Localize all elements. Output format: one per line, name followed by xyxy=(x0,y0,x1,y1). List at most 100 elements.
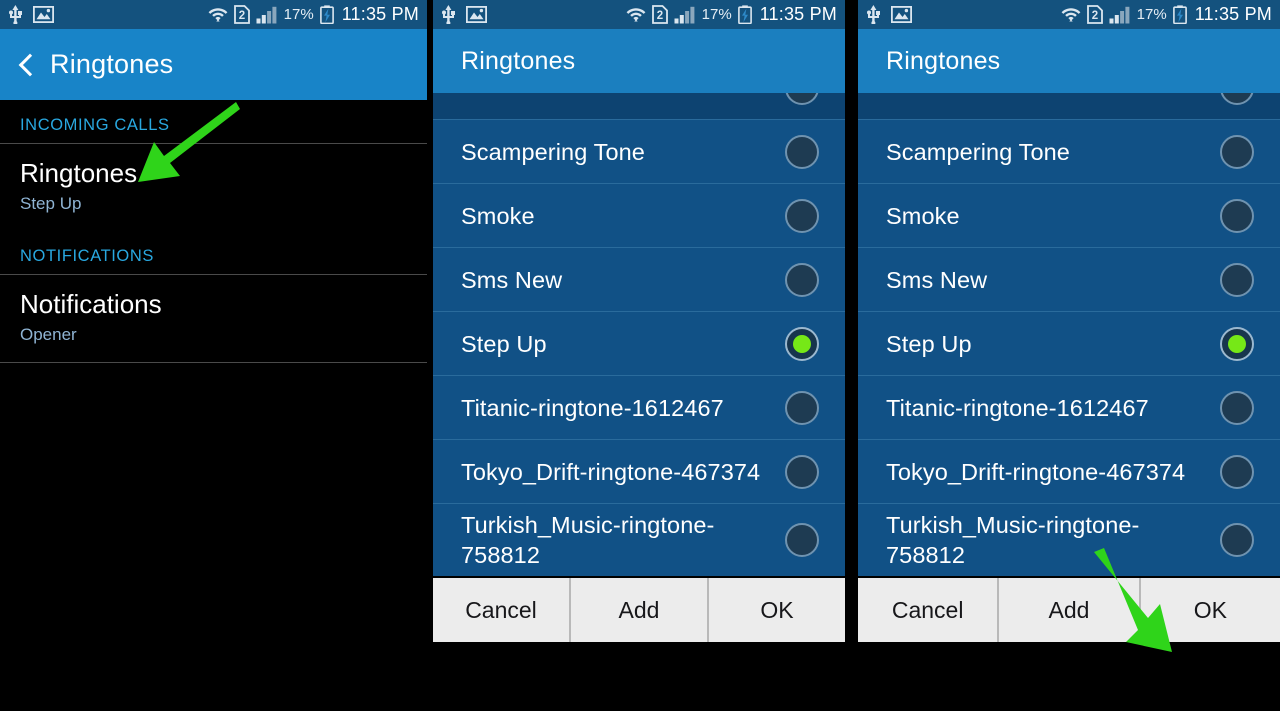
status-bar-left: 2 17% 11:35 PM xyxy=(0,0,427,29)
add-button[interactable]: Add xyxy=(571,578,709,642)
screenshot-stage: 2 17% 11:35 PM Ringtones INCOMING CALLS … xyxy=(0,0,1280,711)
setting-row-ringtones[interactable]: Ringtones Step Up xyxy=(0,144,427,231)
radio-button-icon[interactable] xyxy=(1220,390,1254,425)
back-chevron-icon[interactable] xyxy=(14,50,40,80)
wifi-icon xyxy=(1061,5,1081,24)
ringtone-label: Scampering Tone xyxy=(461,138,645,165)
list-item[interactable]: Scampering Tone xyxy=(858,119,1280,183)
svg-text:2: 2 xyxy=(1091,10,1097,22)
radio-button-icon[interactable] xyxy=(785,454,819,489)
usb-icon xyxy=(8,5,23,24)
signal-bars-icon xyxy=(1109,6,1131,24)
setting-subtitle: Opener xyxy=(20,325,77,344)
sim2-icon: 2 xyxy=(1086,5,1103,24)
usb-icon xyxy=(866,5,881,24)
list-item[interactable]: Smoke xyxy=(433,183,845,247)
dialog-title: Ringtones xyxy=(886,46,1001,75)
ringtone-label: Step Up xyxy=(461,330,547,357)
divider xyxy=(0,362,427,363)
ringtone-label: Step Up xyxy=(886,330,972,357)
cancel-button[interactable]: Cancel xyxy=(433,578,571,642)
ringtone-label: Titanic-ringtone-1612467 xyxy=(461,394,724,421)
radio-button-icon[interactable] xyxy=(1220,93,1254,105)
wifi-icon xyxy=(208,5,228,24)
list-item-selected[interactable]: Step Up xyxy=(858,311,1280,375)
list-item[interactable]: Sms New xyxy=(858,247,1280,311)
ok-button[interactable]: OK xyxy=(709,578,845,642)
battery-charging-icon xyxy=(319,5,334,24)
wifi-icon xyxy=(626,5,646,24)
list-item[interactable]: Tokyo_Drift-ringtone-467374 xyxy=(433,439,845,503)
list-item[interactable] xyxy=(858,93,1280,119)
radio-button-icon[interactable] xyxy=(785,198,819,233)
dialog-title: Ringtones xyxy=(461,46,576,75)
ringtone-label: Tokyo_Drift-ringtone-467374 xyxy=(461,458,761,485)
dialog-header: Ringtones xyxy=(858,29,1280,93)
list-item[interactable]: Tokyo_Drift-ringtone-467374 xyxy=(858,439,1280,503)
ringtone-list[interactable]: Scampering Tone Smoke Sms New Step Up Ti… xyxy=(858,93,1280,576)
action-bar: Ringtones xyxy=(0,29,427,100)
ringtone-label: Tokyo_Drift-ringtone-467374 xyxy=(886,458,1186,485)
radio-button-icon[interactable] xyxy=(785,390,819,425)
radio-button-icon[interactable] xyxy=(1220,198,1254,233)
svg-text:2: 2 xyxy=(238,10,244,22)
list-item[interactable]: Titanic-ringtone-1612467 xyxy=(858,375,1280,439)
clock-label: 11:35 PM xyxy=(759,4,837,24)
battery-charging-icon xyxy=(737,5,752,24)
signal-bars-icon xyxy=(256,6,278,24)
radio-button-icon[interactable] xyxy=(785,523,819,557)
radio-button-icon[interactable] xyxy=(1220,262,1254,297)
setting-title: Notifications xyxy=(20,289,162,319)
ringtone-label: Turkish_Music-ringtone-758812 xyxy=(461,512,715,568)
setting-subtitle: Step Up xyxy=(20,194,82,213)
list-item[interactable]: Smoke xyxy=(858,183,1280,247)
list-item[interactable]: Turkish_Music-ringtone-758812 xyxy=(858,503,1280,576)
ringtone-label: Sms New xyxy=(461,266,563,293)
radio-button-icon[interactable] xyxy=(1220,134,1254,169)
dialog-header: Ringtones xyxy=(433,29,845,93)
status-bar-middle: 2 17% 11:35 PM xyxy=(433,0,845,29)
status-bar-right-icons: 2 17% 11:35 PM xyxy=(208,4,419,25)
ok-button[interactable]: OK xyxy=(1140,578,1280,642)
list-item[interactable]: Turkish_Music-ringtone-758812 xyxy=(433,503,845,576)
screenshot-image-icon xyxy=(891,6,912,23)
list-item[interactable]: Sms New xyxy=(433,247,845,311)
settings-list: INCOMING CALLS Ringtones Step Up NOTIFIC… xyxy=(0,100,427,711)
list-item-selected[interactable]: Step Up xyxy=(433,311,845,375)
dialog-button-bar: Cancel Add OK xyxy=(433,576,845,642)
battery-percent-label: 17% xyxy=(701,6,732,23)
ringtone-label: Sms New xyxy=(886,266,988,293)
usb-icon xyxy=(441,5,456,24)
setting-title: Ringtones xyxy=(20,158,138,188)
ringtone-label: Smoke xyxy=(461,202,535,229)
ringtone-label: Turkish_Music-ringtone-758812 xyxy=(886,512,1140,568)
panel-dialog-middle: 2 17% 11:35 PM Ringtones Scampering Tone… xyxy=(433,0,845,711)
list-item[interactable]: Scampering Tone xyxy=(433,119,845,183)
battery-percent-label: 17% xyxy=(283,6,314,23)
status-bar-left-icons xyxy=(8,5,54,24)
ringtone-label: Smoke xyxy=(886,202,960,229)
screenshot-image-icon xyxy=(466,6,487,23)
panel-dialog-right: 2 17% 11:35 PM Ringtones Scampering Tone… xyxy=(858,0,1280,711)
signal-bars-icon xyxy=(674,6,696,24)
panel-settings: 2 17% 11:35 PM Ringtones INCOMING CALLS … xyxy=(0,0,427,711)
radio-button-selected-icon[interactable] xyxy=(785,326,819,361)
radio-button-icon[interactable] xyxy=(1220,523,1254,557)
radio-button-icon[interactable] xyxy=(785,262,819,297)
radio-button-icon[interactable] xyxy=(785,134,819,169)
radio-button-selected-icon[interactable] xyxy=(1220,326,1254,361)
status-bar-right-icons: 2 17% 11:35 PM xyxy=(626,4,837,25)
add-button[interactable]: Add xyxy=(999,578,1141,642)
section-header-notifications: NOTIFICATIONS xyxy=(20,247,154,265)
battery-charging-icon xyxy=(1172,5,1187,24)
dialog-button-bar: Cancel Add OK xyxy=(858,576,1280,642)
section-header-incoming-calls: INCOMING CALLS xyxy=(20,116,170,134)
radio-button-icon[interactable] xyxy=(1220,454,1254,489)
list-item[interactable]: Titanic-ringtone-1612467 xyxy=(433,375,845,439)
list-item[interactable] xyxy=(433,93,845,119)
cancel-button[interactable]: Cancel xyxy=(858,578,1000,642)
setting-row-notifications[interactable]: Notifications Opener xyxy=(0,275,427,362)
status-bar-left-icons xyxy=(441,5,487,24)
radio-button-icon[interactable] xyxy=(785,93,819,105)
ringtone-list[interactable]: Scampering Tone Smoke Sms New Step Up Ti… xyxy=(433,93,845,576)
